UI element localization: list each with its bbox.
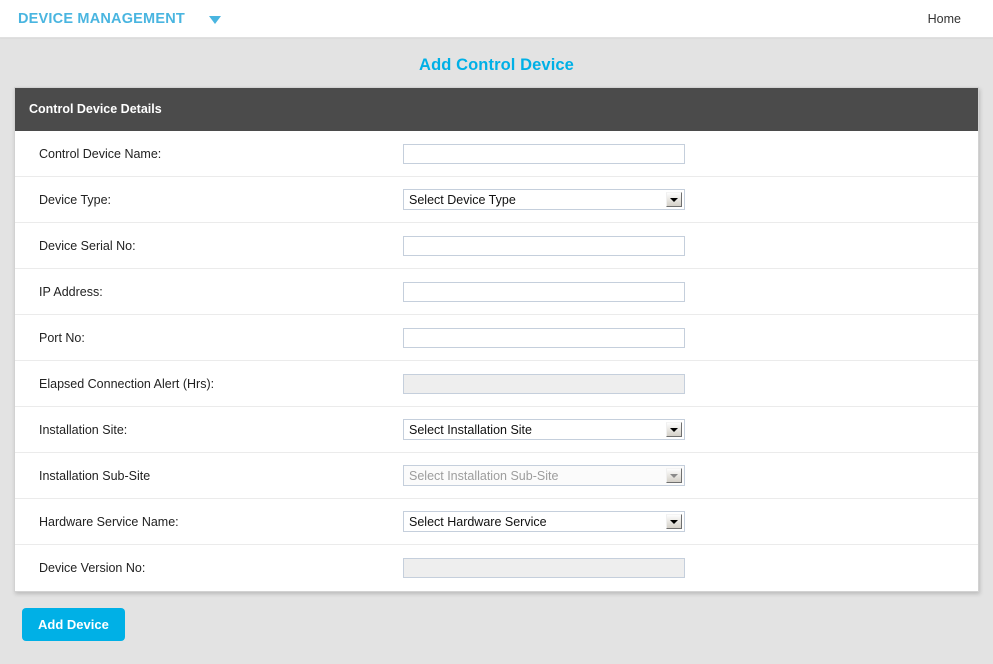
label-device-version-no: Device Version No: <box>39 561 146 575</box>
label-port-no: Port No: <box>39 330 85 345</box>
field-cell-hardware-service-name: Select Hardware Service <box>403 511 978 532</box>
field-cell-ip-address <box>403 281 978 302</box>
triangle-down-icon <box>670 519 678 524</box>
dropdown-arrow-icon <box>666 468 682 483</box>
label-hardware-service-name: Hardware Service Name: <box>39 514 179 529</box>
select-installation-sub-site-value: Select Installation Sub-Site <box>409 468 559 483</box>
select-installation-sub-site: Select Installation Sub-Site <box>403 465 685 486</box>
navbar-right-links: Home <box>922 8 967 30</box>
dropdown-arrow-icon[interactable] <box>666 422 682 437</box>
input-device-version-no <box>403 558 685 578</box>
page-title: Add Control Device <box>419 56 574 74</box>
form-row-installation-sub-site: Installation Sub-Site Select Installatio… <box>15 453 978 499</box>
panel-wrapper: Control Device Details Control Device Na… <box>0 87 993 592</box>
dropdown-arrow-icon[interactable] <box>666 192 682 207</box>
dropdown-arrow-icon[interactable] <box>666 514 682 529</box>
input-device-serial-no[interactable] <box>403 235 685 256</box>
brand-label: DEVICE MANAGEMENT <box>18 10 185 27</box>
label-installation-sub-site: Installation Sub-Site <box>39 468 151 483</box>
action-bar: Add Device <box>0 592 993 641</box>
form-row-port-no: Port No: <box>15 315 978 361</box>
select-hardware-service-name-value: Select Hardware Service <box>409 514 547 529</box>
label-device-serial-no: Device Serial No: <box>39 238 136 253</box>
triangle-down-icon <box>670 197 678 202</box>
input-port-no[interactable] <box>403 327 685 348</box>
input-control-device-name[interactable] <box>403 143 685 164</box>
input-ip-address[interactable] <box>403 281 685 302</box>
chevron-down-icon[interactable] <box>209 15 222 24</box>
form-row-device-version-no: Device Version No: <box>15 545 978 591</box>
field-cell-device-version-no <box>403 558 978 578</box>
select-installation-site[interactable]: Select Installation Site <box>403 419 685 440</box>
select-hardware-service-name[interactable]: Select Hardware Service <box>403 511 685 532</box>
form-row-control-device-name: Control Device Name: <box>15 131 978 177</box>
top-navbar: DEVICE MANAGEMENT Home <box>0 0 993 38</box>
form-row-ip-address: IP Address: <box>15 269 978 315</box>
form-row-hardware-service-name: Hardware Service Name: Select Hardware S… <box>15 499 978 545</box>
label-installation-site: Installation Site: <box>39 422 128 437</box>
triangle-down-icon <box>670 473 678 478</box>
input-elapsed-connection-alert <box>403 373 685 394</box>
form-row-device-serial-no: Device Serial No: <box>15 223 978 269</box>
field-cell-installation-sub-site: Select Installation Sub-Site <box>403 465 978 486</box>
label-device-type: Device Type: <box>39 192 112 207</box>
field-cell-device-type: Select Device Type <box>403 189 978 210</box>
triangle-down-icon <box>670 427 678 432</box>
field-cell-device-serial-no <box>403 235 978 256</box>
form-row-elapsed-connection-alert: Elapsed Connection Alert (Hrs): <box>15 361 978 407</box>
panel-heading: Control Device Details <box>15 88 978 131</box>
form-row-device-type: Device Type: Select Device Type <box>15 177 978 223</box>
nav-link-home[interactable]: Home <box>922 8 967 30</box>
select-installation-site-value: Select Installation Site <box>409 422 532 437</box>
add-device-button[interactable]: Add Device <box>22 608 125 641</box>
control-device-details-panel: Control Device Details Control Device Na… <box>14 87 979 592</box>
field-cell-control-device-name <box>403 143 978 164</box>
select-device-type[interactable]: Select Device Type <box>403 189 685 210</box>
label-control-device-name: Control Device Name: <box>39 146 162 161</box>
field-cell-installation-site: Select Installation Site <box>403 419 978 440</box>
label-ip-address: IP Address: <box>39 284 103 299</box>
form-row-installation-site: Installation Site: Select Installation S… <box>15 407 978 453</box>
field-cell-port-no <box>403 327 978 348</box>
form-body: Control Device Name: Device Type: Select… <box>15 131 978 591</box>
select-device-type-value: Select Device Type <box>409 192 516 207</box>
brand-title[interactable]: DEVICE MANAGEMENT <box>18 10 222 27</box>
field-cell-elapsed-connection-alert <box>403 373 978 394</box>
label-elapsed-connection-alert: Elapsed Connection Alert (Hrs): <box>39 376 215 391</box>
